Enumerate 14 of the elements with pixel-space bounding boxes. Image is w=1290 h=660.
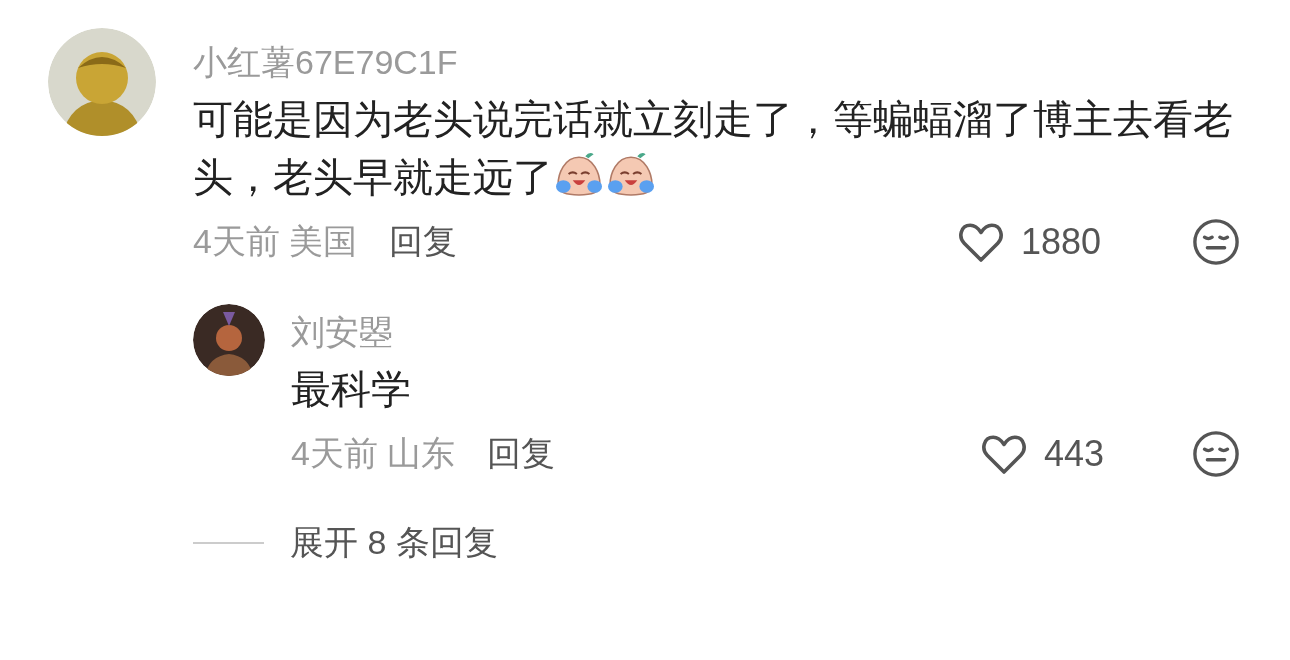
like-count: 443 (1044, 433, 1105, 475)
reply-link[interactable]: 回复 (389, 219, 458, 265)
neutral-face-icon[interactable] (1192, 430, 1240, 478)
time-location: 4天前 山东 (291, 433, 456, 474)
comment-text: 可能是因为老头说完话就立刻走了，等蝙蝠溜了博主去看老头，老头早就走远了 (193, 96, 1234, 201)
avatar[interactable] (193, 304, 265, 376)
time-location: 4天前 美国 (193, 221, 358, 262)
expand-replies-link[interactable]: 展开 8 条回复 (290, 520, 498, 566)
neutral-face-icon[interactable] (1192, 218, 1240, 266)
reply-link[interactable]: 回复 (487, 431, 556, 477)
comment-text: 最科学 (291, 366, 412, 413)
laughing-tears-icon (605, 151, 657, 197)
laughing-tears-icon (553, 151, 605, 197)
like-count: 1880 (1021, 221, 1102, 263)
